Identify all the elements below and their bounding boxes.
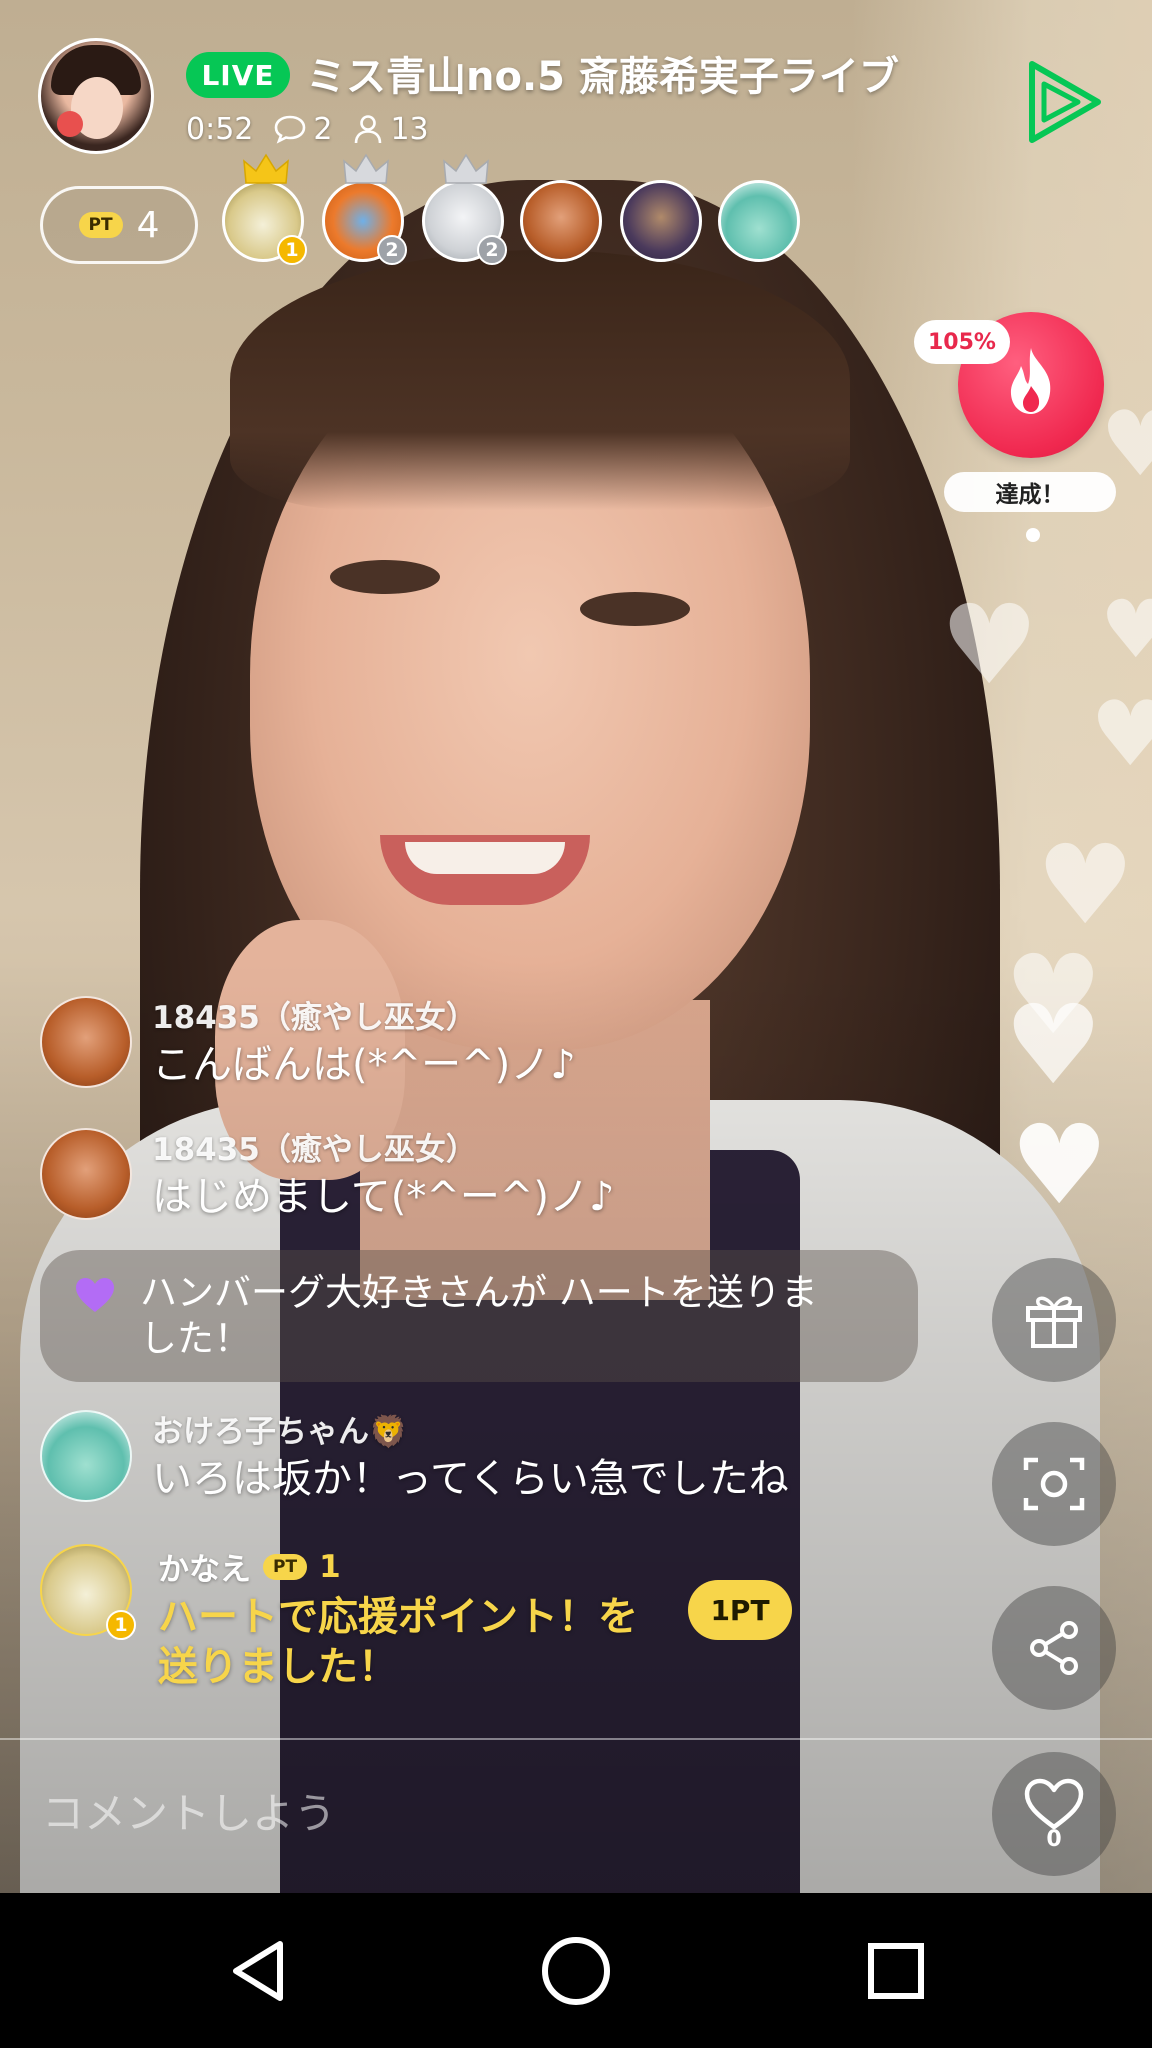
chat-username: 18435（癒やし巫女）	[152, 1132, 477, 1168]
rank-badge: 2	[377, 235, 407, 265]
heart-icon	[1024, 1778, 1084, 1829]
nav-home-button[interactable]	[536, 1931, 616, 2011]
screenshot-button[interactable]	[992, 1422, 1116, 1546]
rank-badge: 2	[477, 235, 507, 265]
flame-icon	[1010, 348, 1051, 414]
comment-input[interactable]	[40, 1780, 904, 1846]
play-triangle-icon[interactable]	[1024, 58, 1104, 146]
chat-avatar[interactable]	[40, 996, 132, 1088]
crown-icon	[343, 153, 389, 184]
comment-count: 2	[313, 111, 333, 147]
like-count: 0	[1046, 1826, 1062, 1852]
gauge-percent: 105%	[914, 320, 1010, 364]
chat-avatar[interactable]	[40, 1410, 132, 1502]
nav-recents-button[interactable]	[856, 1931, 936, 2011]
chat-username: 18435（癒やし巫女）	[152, 1000, 477, 1036]
rank-badge: 1	[106, 1610, 136, 1640]
system-heart-message: ハンバーグ大好きさんが ハートを送りま した！	[40, 1250, 918, 1382]
screenshot-icon	[1023, 1457, 1085, 1511]
pt-value: 1	[319, 1548, 341, 1585]
support-text: ハートで応援ポイント！を 送りました！	[158, 1592, 678, 1692]
floating-heart-icon: ♥	[1090, 682, 1152, 787]
comment-icon	[275, 115, 306, 144]
share-button[interactable]	[992, 1586, 1116, 1710]
ranker-avatar-4[interactable]	[520, 180, 602, 262]
elapsed-time: 0:52	[186, 111, 254, 147]
chat-username: かなえ	[158, 1552, 251, 1588]
floating-heart-icon: ♥	[940, 581, 1039, 709]
gauge-indicator-dot	[1026, 528, 1040, 542]
like-button[interactable]: 0	[992, 1752, 1116, 1876]
chat-text: はじめまして(*^ー^)ノ♪	[152, 1174, 615, 1220]
support-text-line: 送りました！	[158, 1644, 398, 1690]
support-text-line: ハートで応援ポイント！を	[158, 1594, 638, 1640]
floating-heart-icon: ♥	[1036, 821, 1135, 949]
viewer-count: 13	[390, 111, 429, 147]
system-message-line: した！	[140, 1317, 251, 1360]
nav-back-button[interactable]	[218, 1931, 298, 2011]
ranker-avatar-1[interactable]: 1	[222, 153, 307, 265]
back-icon	[233, 1941, 283, 2001]
heart-icon	[76, 1278, 114, 1312]
pt-badge: PT	[263, 1553, 308, 1580]
viewer-stat: 13	[352, 111, 429, 147]
pt-badge: PT	[78, 212, 123, 238]
ranker-avatar-2[interactable]: 2	[322, 153, 407, 265]
home-icon	[542, 1937, 610, 2005]
floating-heart-icon: ♥	[1010, 1101, 1109, 1229]
chat-avatar[interactable]	[40, 1128, 132, 1220]
crown-icon	[443, 153, 489, 184]
system-message-line: ハンバーグ大好きさんが ハートを送りま	[140, 1271, 818, 1314]
ranker-avatar-5[interactable]	[620, 180, 702, 262]
points-pill[interactable]: PT 4	[40, 186, 198, 264]
comment-stat: 2	[273, 112, 332, 147]
share-icon	[1030, 1621, 1078, 1675]
crown-icon	[243, 153, 289, 184]
ranker-avatar-6[interactable]	[718, 180, 800, 262]
gift-button[interactable]	[992, 1258, 1116, 1382]
comment-divider	[0, 1738, 1152, 1740]
chat-text: こんばんは(*^ー^)ノ♪	[152, 1042, 576, 1088]
chat-avatar[interactable]: 1	[40, 1544, 136, 1640]
viewer-icon	[355, 115, 382, 144]
floating-heart-icon: ♥	[1100, 583, 1152, 676]
pt-chip: 1PT	[688, 1580, 792, 1640]
system-nav-bar	[0, 1893, 1152, 2048]
chat-text: いろは坂か！ってくらい急でしたね	[152, 1456, 789, 1502]
stream-stats: 0:52 2 13	[186, 110, 449, 148]
points-count: 4	[136, 204, 160, 246]
rank-badge: 1	[277, 235, 307, 265]
stream-title: ミス青山no.5 斎藤希実子ライブ	[306, 54, 899, 100]
support-name-row: かなえ PT 1	[158, 1544, 341, 1589]
floating-heart-icon: ♥	[1004, 981, 1103, 1109]
chat-username: おけろ子ちゃん🦁	[152, 1414, 408, 1450]
live-badge: LIVE	[186, 52, 290, 98]
gauge-achieved-label: 達成！	[944, 472, 1116, 512]
host-avatar[interactable]	[38, 38, 154, 154]
recents-icon	[868, 1943, 924, 1999]
gift-icon	[1026, 1296, 1082, 1348]
ranker-avatar-3[interactable]: 2	[422, 153, 507, 265]
